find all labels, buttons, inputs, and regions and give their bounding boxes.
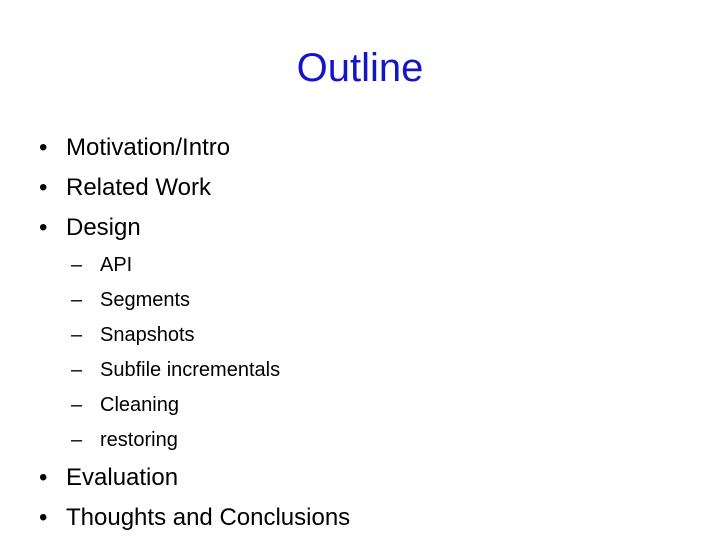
outline-list-top: • Motivation/Intro • Related Work • Desi… [0,128,720,538]
page-title: Outline [296,46,424,90]
sub-bullet-item-cleaning: – Cleaning [0,388,720,423]
bullet-label: Design [66,214,141,241]
bullet-dash-icon: – [71,289,83,311]
design-subitems-container: – API – Segments – Snapshots – Subfile i… [0,248,720,458]
bullet-label: Evaluation [66,464,179,491]
bullet-dash-icon: – [71,429,83,451]
sub-bullet-label: Cleaning [100,394,179,416]
sub-bullet-label: Segments [100,289,191,311]
bullet-item-design: • Design [0,208,720,248]
bullet-label: Related Work [66,174,211,201]
bullet-item-motivation-intro: • Motivation/Intro [0,128,720,168]
sub-bullet-item-subfile-incrementals: – Subfile incrementals [0,353,720,388]
bullet-disc-icon: • [39,134,48,161]
sub-bullet-label: Snapshots [100,324,195,346]
presentation-slide: Outline • Motivation/Intro • Related Wor… [0,0,720,540]
bullet-label: Thoughts and Conclusions [66,504,351,531]
bullet-disc-icon: • [39,174,48,201]
bullet-item-related-work: • Related Work [0,168,720,208]
sub-bullet-item-restoring: – restoring [0,423,720,458]
bullet-label: Motivation/Intro [66,134,231,161]
outline-list-sub: – API – Segments – Snapshots – Subfile i… [0,248,720,458]
bullet-item-thoughts-and-conclusions: • Thoughts and Conclusions [0,498,720,538]
bullet-disc-icon: • [39,464,48,491]
bullet-dash-icon: – [71,394,83,416]
bullet-item-evaluation: • Evaluation [0,458,720,498]
bullet-disc-icon: • [39,214,48,241]
sub-bullet-label: Subfile incrementals [100,359,281,381]
sub-bullet-item-snapshots: – Snapshots [0,318,720,353]
bullet-disc-icon: • [39,504,48,531]
bullet-dash-icon: – [71,324,83,346]
bullet-dash-icon: – [71,359,83,381]
sub-bullet-label: API [100,254,133,276]
sub-bullet-item-api: – API [0,248,720,283]
sub-bullet-item-segments: – Segments [0,283,720,318]
sub-bullet-label: restoring [100,429,178,451]
outline-body: • Motivation/Intro • Related Work • Desi… [0,128,720,538]
bullet-dash-icon: – [71,254,83,276]
